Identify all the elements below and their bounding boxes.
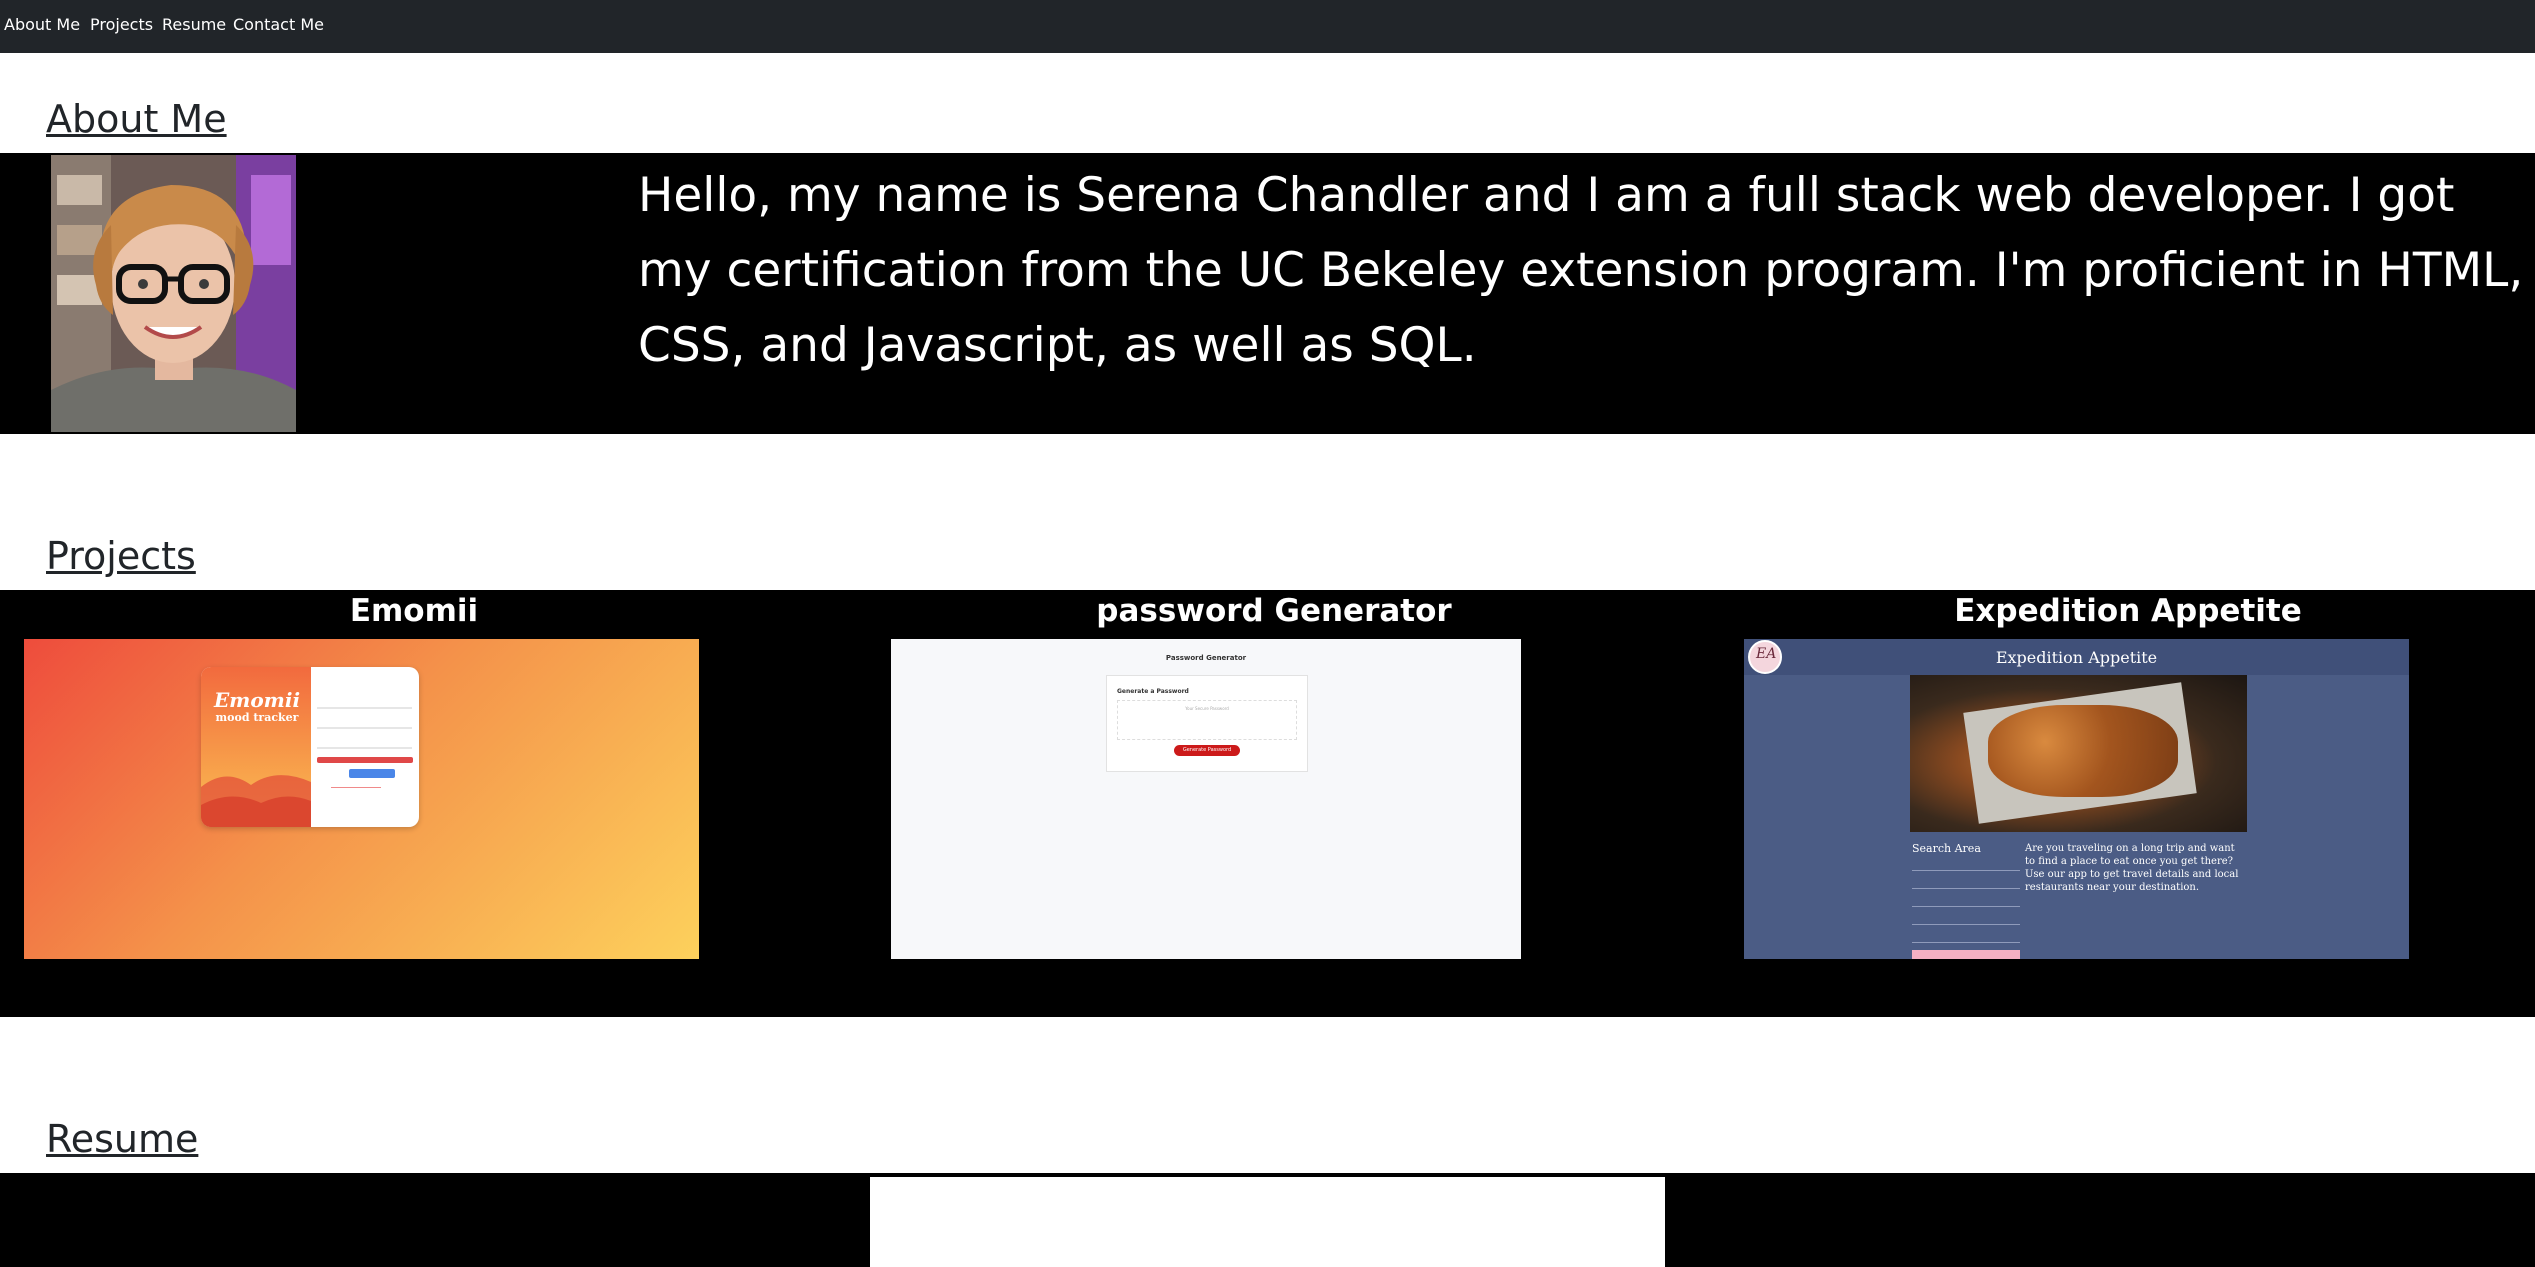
about-me-text: Hello, my name is Serena Chandler and I … — [638, 168, 2524, 373]
pw-placeholder: Your Secure Password — [1185, 706, 1229, 711]
resume-heading: Resume — [46, 1117, 199, 1161]
about-me-heading: About Me — [46, 97, 227, 141]
profile-photo — [51, 155, 296, 432]
mini-login-button — [317, 757, 413, 763]
mini-input — [317, 707, 412, 709]
ea-input — [1912, 870, 2020, 871]
nav-link-resume[interactable]: Resume — [162, 15, 226, 34]
project-title-expedition-appetite: Expedition Appetite — [1954, 593, 2302, 629]
ea-description: Are you traveling on a long trip and wan… — [2025, 843, 2239, 893]
project-title-password-generator: password Generator — [1096, 593, 1452, 629]
project-title-emomii: Emomii — [349, 593, 479, 629]
resume-document-preview[interactable] — [870, 1177, 1665, 1267]
navbar: About Me Projects Resume Contact Me — [0, 0, 2535, 53]
ea-search-title: Search Area — [1912, 842, 1981, 855]
project-screenshot-emomii[interactable]: Emomii mood tracker — [24, 639, 699, 959]
project-screenshot-password-generator[interactable]: Password Generator Generate a Password Y… — [891, 639, 1521, 959]
ea-title: Expedition Appetite — [1995, 648, 2158, 667]
mini-create-account-link — [331, 787, 381, 788]
ea-search-button — [1912, 950, 2020, 959]
nav-link-projects[interactable]: Projects — [90, 15, 153, 34]
pw-card-title: Generate a Password — [1117, 688, 1189, 695]
ea-header: EA Expedition Appetite — [1744, 639, 2409, 675]
pw-header: Password Generator — [1165, 654, 1247, 662]
ea-food-image — [1910, 675, 2247, 832]
ea-input — [1912, 942, 2020, 943]
projects-heading: Projects — [46, 534, 196, 578]
pw-output-box: Your Secure Password — [1117, 700, 1297, 740]
nav-link-about-me[interactable]: About Me — [4, 15, 80, 34]
emomii-card-art: Emomii mood tracker — [201, 667, 311, 827]
mini-input — [317, 727, 412, 729]
pw-generate-button: Generate Password — [1174, 745, 1240, 756]
ea-input — [1912, 906, 2020, 907]
nav-link-contact-me[interactable]: Contact Me — [233, 15, 324, 34]
ea-input — [1912, 888, 2020, 889]
project-screenshot-expedition-appetite[interactable]: EA Expedition Appetite Search Area Are y… — [1744, 639, 2409, 959]
emomii-login-card: Emomii mood tracker — [201, 667, 419, 827]
mini-input — [317, 747, 412, 749]
mini-google-button — [349, 769, 395, 778]
ea-input — [1912, 924, 2020, 925]
emomii-logo: Emomii mood tracker — [213, 688, 301, 724]
pw-card: Generate a Password Your Secure Password — [1106, 675, 1308, 772]
